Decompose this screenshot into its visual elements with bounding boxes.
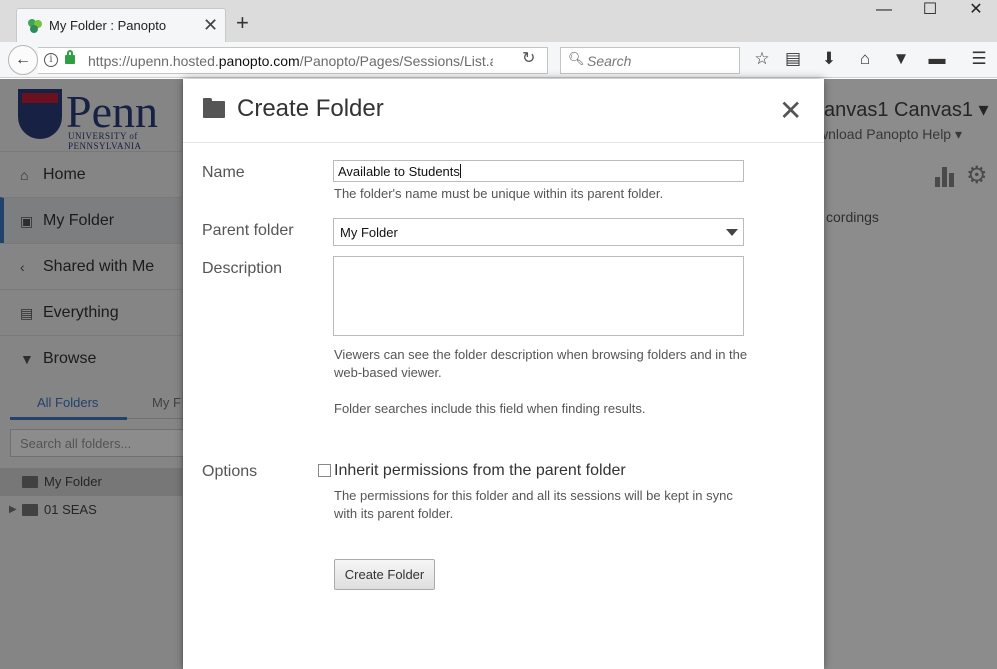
search-icon: 🔍︎ (568, 51, 585, 66)
parent-folder-label: Parent folder (202, 222, 294, 239)
description-help-viewers: Viewers can see the folder description w… (334, 347, 748, 380)
create-folder-button[interactable]: Create Folder (334, 559, 435, 590)
name-help: The folder's name must be unique within … (334, 186, 664, 201)
lock-icon (65, 50, 75, 64)
url-text: https://upenn.hosted.panopto.com/Panopto… (88, 53, 493, 69)
maximize-button[interactable]: ☐ (920, 1, 940, 19)
options-label: Options (202, 463, 258, 480)
window-close-button[interactable]: ✕ (966, 1, 986, 19)
close-icon[interactable]: ✕ (779, 97, 802, 125)
description-textarea[interactable] (333, 256, 744, 336)
create-folder-dialog: Create Folder ✕ Name Available to Studen… (183, 79, 824, 669)
reload-icon[interactable]: ↻ (522, 48, 535, 68)
browser-tab[interactable]: My Folder : Panopto ✕ (16, 8, 226, 42)
reading-list-icon[interactable]: ▤ (782, 49, 804, 69)
name-field[interactable]: Available to Students (333, 160, 744, 182)
browser-tab-bar: My Folder : Panopto ✕ + — ☐ ✕ (0, 0, 997, 42)
minimize-button[interactable]: — (874, 1, 894, 19)
new-tab-button[interactable]: + (236, 12, 249, 34)
search-placeholder: Search (587, 53, 632, 69)
inherit-permissions-help: The permissions for this folder and all … (334, 488, 733, 521)
dialog-header: Create Folder ✕ (183, 79, 824, 143)
back-button[interactable]: ← (8, 45, 38, 75)
dropdown-arrow-icon (726, 229, 738, 236)
panopto-favicon-icon (28, 19, 42, 33)
bookmark-star-icon[interactable]: ☆ (751, 49, 773, 69)
info-icon[interactable]: i (44, 53, 58, 67)
browser-search-field[interactable]: 🔍︎ Search (560, 47, 740, 74)
inherit-permissions-label[interactable]: Inherit permissions from the parent fold… (334, 462, 626, 480)
folder-icon (203, 98, 225, 118)
description-label: Description (202, 260, 283, 277)
home-icon[interactable]: ⌂ (854, 49, 876, 69)
inherit-permissions-checkbox[interactable] (318, 464, 331, 477)
dialog-title: Create Folder (237, 95, 384, 122)
parent-folder-select[interactable]: My Folder (333, 218, 744, 246)
description-help-search: Folder searches include this field when … (334, 401, 646, 416)
name-label: Name (202, 164, 245, 181)
tab-close-icon[interactable]: ✕ (203, 15, 218, 35)
text-caret (459, 164, 461, 178)
download-icon[interactable]: ⬇ (818, 49, 840, 69)
menu-icon[interactable]: ☰ (968, 49, 990, 69)
pocket-icon[interactable]: ▼ (890, 49, 912, 69)
url-bar[interactable]: i https://upenn.hosted.panopto.com/Panop… (38, 47, 548, 74)
extension-icon[interactable]: ▬ (926, 49, 948, 69)
browser-nav-bar: ← i https://upenn.hosted.panopto.com/Pan… (0, 42, 997, 78)
tab-title: My Folder : Panopto (49, 18, 167, 33)
